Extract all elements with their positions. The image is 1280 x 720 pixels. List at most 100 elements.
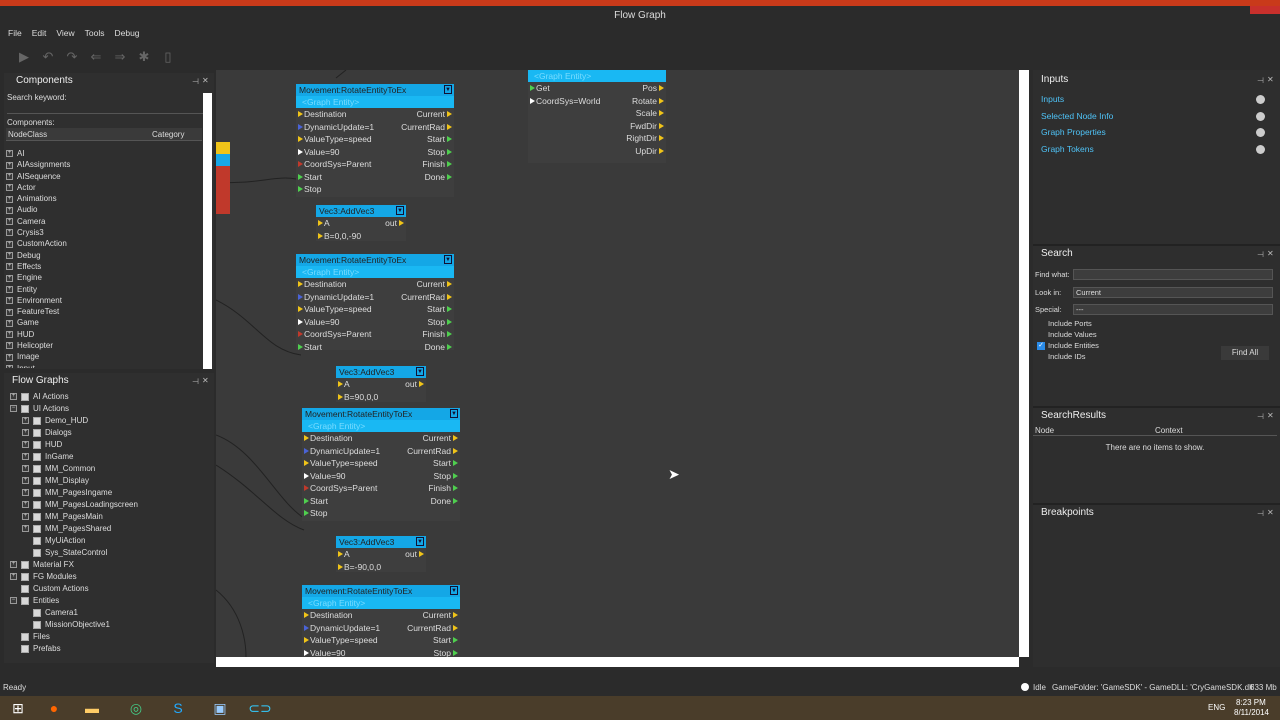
port-output-label[interactable]: Start xyxy=(427,133,445,146)
port-input-label[interactable]: Start xyxy=(310,495,328,508)
output-port-icon[interactable] xyxy=(447,281,452,287)
tree-item[interactable]: + MM_PagesShared xyxy=(8,523,208,535)
input-port-icon[interactable] xyxy=(304,497,309,504)
input-port-icon[interactable] xyxy=(298,331,303,337)
port-output-label[interactable]: Done xyxy=(425,171,445,184)
find-all-button[interactable]: Find All xyxy=(1221,346,1269,360)
node-menu-icon[interactable]: ▼ xyxy=(450,586,458,595)
tree-item[interactable]: MyUiAction xyxy=(8,535,208,547)
canvas-hscrollbar[interactable] xyxy=(216,657,1019,667)
expand-icon[interactable]: + xyxy=(10,561,17,569)
output-port-icon[interactable] xyxy=(447,173,452,180)
expand-icon[interactable]: + xyxy=(6,150,13,158)
port-output-label[interactable]: CurrentRad xyxy=(401,291,445,304)
expand-icon[interactable]: + xyxy=(6,342,13,350)
pin-icon[interactable]: ⊣ xyxy=(192,377,199,386)
vec3-node[interactable]: Vec3:AddVec3 ▼ Aout B=0,0,-90 xyxy=(316,205,406,241)
tree-item[interactable]: + MM_PagesIngame xyxy=(8,487,208,499)
port-output-label[interactable]: Current xyxy=(417,108,445,121)
close-icon[interactable]: ✕ xyxy=(202,76,209,85)
folder-icon[interactable]: ▬ xyxy=(74,696,110,720)
port-input-label[interactable]: Start xyxy=(304,171,322,184)
checkbox-icon[interactable] xyxy=(1037,331,1045,340)
tree-item[interactable]: + HUD xyxy=(8,439,208,451)
tree-item[interactable]: MissionObjective1 xyxy=(8,619,208,631)
expand-icon[interactable]: + xyxy=(22,525,29,533)
input-port-icon[interactable] xyxy=(338,563,343,570)
tree-item[interactable]: + Game xyxy=(6,317,202,328)
input-port-icon[interactable] xyxy=(318,220,323,226)
expand-icon[interactable]: + xyxy=(6,297,13,305)
tree-item[interactable]: + AI Actions xyxy=(8,391,208,403)
input-port-icon[interactable] xyxy=(304,447,309,454)
output-port-icon[interactable] xyxy=(659,122,664,129)
checkbox-icon[interactable] xyxy=(1037,353,1045,362)
port-input-label[interactable]: Stop xyxy=(310,507,328,520)
col-category[interactable]: Category xyxy=(152,130,184,139)
port-output-label[interactable]: Stop xyxy=(428,316,446,329)
port-output-label[interactable]: CurrentRad xyxy=(407,622,451,635)
output-port-icon[interactable] xyxy=(447,293,452,300)
port-output-label[interactable]: out xyxy=(405,378,417,391)
search-option[interactable]: Include IDs xyxy=(1037,351,1099,362)
output-port-icon[interactable] xyxy=(447,161,452,167)
port-output-label[interactable]: Stop xyxy=(434,470,452,483)
redo-icon[interactable]: ↷ xyxy=(64,49,80,65)
expand-icon[interactable]: − xyxy=(10,405,17,413)
tree-item[interactable]: + Engine xyxy=(6,272,202,283)
input-port-icon[interactable] xyxy=(298,173,303,180)
tree-item[interactable]: + Input xyxy=(6,363,202,368)
tree-item[interactable]: − UI Actions xyxy=(8,403,208,415)
app-icon[interactable]: ⊂⊃ xyxy=(242,696,278,720)
tree-item[interactable]: + Effects xyxy=(6,261,202,272)
port-input-label[interactable]: Value=90 xyxy=(304,146,340,159)
components-scrollbar[interactable] xyxy=(203,93,212,369)
port-output-label[interactable]: Stop xyxy=(428,146,446,159)
tree-item[interactable]: + CustomAction xyxy=(6,238,202,249)
output-port-icon[interactable] xyxy=(447,318,452,325)
output-port-icon[interactable] xyxy=(453,435,458,441)
input-port-icon[interactable] xyxy=(304,460,309,466)
expand-icon[interactable]: + xyxy=(22,477,29,485)
pin-icon[interactable]: ⊣ xyxy=(192,77,199,86)
port-output-label[interactable]: Finish xyxy=(422,158,445,171)
close-icon[interactable]: ✕ xyxy=(1267,75,1274,84)
port-input-label[interactable]: ValueType=speed xyxy=(304,303,372,316)
output-port-icon[interactable] xyxy=(659,135,664,141)
output-port-icon[interactable] xyxy=(453,612,458,618)
chrome-icon[interactable]: ◎ xyxy=(118,696,154,720)
tree-item[interactable]: + MM_Common xyxy=(8,463,208,475)
expand-icon[interactable]: + xyxy=(22,501,29,509)
input-port-icon[interactable] xyxy=(318,232,323,239)
output-port-icon[interactable] xyxy=(447,148,452,155)
pin-icon[interactable]: ⊣ xyxy=(1257,412,1264,421)
input-port-icon[interactable] xyxy=(338,381,343,387)
port-output-label[interactable]: Done xyxy=(431,495,451,508)
port-output-label[interactable]: Start xyxy=(433,634,451,647)
input-port-icon[interactable] xyxy=(304,435,309,441)
col-nodeclass[interactable]: NodeClass xyxy=(8,130,47,139)
tree-item[interactable]: + MM_PagesLoadingscreen xyxy=(8,499,208,511)
tree-item[interactable]: + MM_PagesMain xyxy=(8,511,208,523)
port-output-label[interactable]: Current xyxy=(423,609,451,622)
tree-item[interactable]: + AI xyxy=(6,148,202,159)
output-port-icon[interactable] xyxy=(453,624,458,631)
output-port-icon[interactable] xyxy=(453,649,458,656)
toggle-icon[interactable] xyxy=(1256,144,1265,154)
node-menu-icon[interactable]: ▼ xyxy=(396,206,404,215)
port-output-label[interactable]: Scale xyxy=(636,107,657,120)
language-indicator[interactable]: ENG xyxy=(1208,703,1225,712)
close-window-button[interactable] xyxy=(1250,6,1280,14)
input-port-icon[interactable] xyxy=(530,85,535,91)
port-input-label[interactable]: Value=90 xyxy=(310,470,346,483)
expand-icon[interactable]: + xyxy=(6,365,13,368)
expand-icon[interactable]: + xyxy=(22,417,29,425)
port-input-label[interactable]: DynamicUpdate=1 xyxy=(310,622,380,635)
input-port-icon[interactable] xyxy=(298,186,303,192)
search-option[interactable]: Include Values xyxy=(1037,329,1099,340)
expand-icon[interactable]: + xyxy=(6,274,13,282)
inputs-link[interactable]: Inputs xyxy=(1033,91,1273,108)
entity-node[interactable]: <Graph Entity> Get Pos CoordSys=World Rotat… xyxy=(528,70,666,163)
inputs-link[interactable]: Graph Tokens xyxy=(1033,141,1273,158)
pin-icon[interactable]: ⊣ xyxy=(1257,76,1264,85)
